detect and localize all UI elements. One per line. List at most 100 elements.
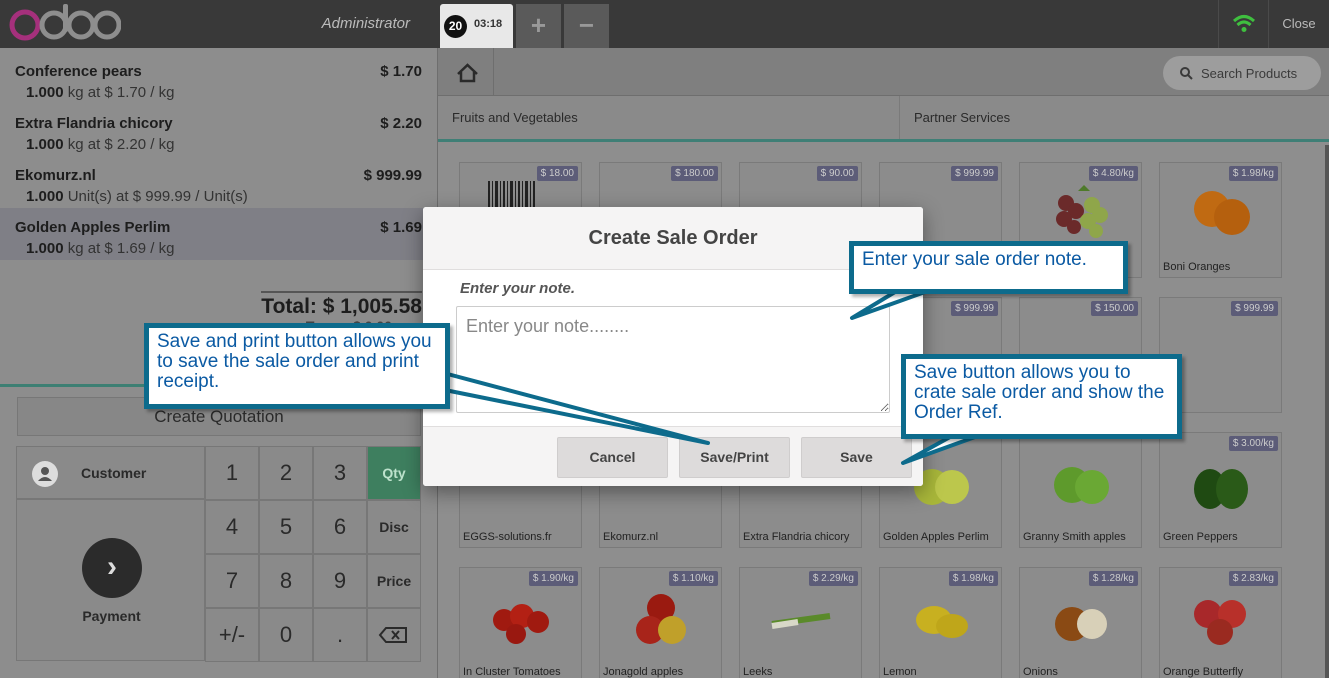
create-sale-order-dialog: Create Sale Order Enter your note. Cance… bbox=[423, 207, 923, 486]
product-name: Golden Apples Perlim bbox=[883, 531, 989, 543]
save-button[interactable]: Save bbox=[801, 437, 912, 478]
orderline-info: 1.000 kg at $ 2.20 / kg bbox=[26, 136, 174, 153]
product-price: $ 1.28/kg bbox=[1088, 571, 1138, 586]
home-icon bbox=[457, 63, 478, 83]
orderline-qty: 1.000 bbox=[26, 188, 64, 205]
add-order-button[interactable]: + bbox=[516, 4, 561, 48]
orderline-unit: kg at $ 2.20 / kg bbox=[63, 136, 175, 153]
orderline-info: 1.000 kg at $ 1.69 / kg bbox=[26, 240, 174, 257]
onion-image bbox=[1055, 607, 1107, 641]
orderline-info: 1.000 Unit(s) at $ 999.99 / Unit(s) bbox=[26, 188, 248, 205]
cancel-button[interactable]: Cancel bbox=[557, 437, 668, 478]
orderline-name: Conference pears bbox=[15, 63, 142, 80]
product-header: Search Products bbox=[438, 48, 1329, 96]
note-input[interactable] bbox=[456, 306, 890, 413]
numpad-disc[interactable]: Disc bbox=[367, 500, 421, 554]
numpad-plusminus[interactable]: +/- bbox=[205, 608, 259, 662]
chevron-right-icon: › bbox=[82, 538, 142, 598]
orderline[interactable]: Ekomurz.nl $ 999.99 1.000 Unit(s) at $ 9… bbox=[0, 156, 437, 208]
product-card[interactable]: $ 1.10/kg Jonagold apples bbox=[599, 567, 722, 678]
product-name: Leeks bbox=[743, 666, 773, 678]
product-price: $ 18.00 bbox=[536, 166, 578, 181]
product-card[interactable]: $ 2.29/kg Leeks bbox=[739, 567, 862, 678]
product-price: $ 90.00 bbox=[816, 166, 858, 181]
order-total: Total: $ 1,005.58 bbox=[261, 291, 422, 319]
category-partner-services[interactable]: Partner Services bbox=[900, 96, 1329, 139]
order-time: 03:18 bbox=[474, 18, 503, 30]
dialog-title: Create Sale Order bbox=[423, 207, 923, 270]
home-button[interactable] bbox=[441, 48, 494, 96]
product-name: Boni Oranges bbox=[1163, 261, 1231, 273]
remove-order-button[interactable]: − bbox=[564, 4, 609, 48]
action-pad: Customer › Payment 1 2 3 Qty 4 5 6 Disc … bbox=[16, 446, 422, 662]
numpad-1[interactable]: 1 bbox=[205, 446, 259, 500]
numpad-9[interactable]: 9 bbox=[313, 554, 367, 608]
apple-image bbox=[636, 594, 686, 644]
product-scrollbar[interactable] bbox=[1325, 145, 1329, 678]
numpad-5[interactable]: 5 bbox=[259, 500, 313, 554]
orderline-name: Golden Apples Perlim bbox=[15, 219, 171, 236]
product-card[interactable]: $ 2.83/kg Orange Butterfly bbox=[1159, 567, 1282, 678]
numpad-4[interactable]: 4 bbox=[205, 500, 259, 554]
close-button[interactable]: Close bbox=[1268, 0, 1329, 48]
orderline-name: Extra Flandria chicory bbox=[15, 115, 173, 132]
orderline-unit: Unit(s) at $ 999.99 / Unit(s) bbox=[63, 188, 248, 205]
product-card[interactable]: $ 3.00/kg Green Peppers bbox=[1159, 432, 1282, 548]
search-icon bbox=[1180, 67, 1193, 80]
odoo-logo bbox=[6, 4, 122, 44]
product-price: $ 2.29/kg bbox=[808, 571, 858, 586]
category-fruits-vegetables[interactable]: Fruits and Vegetables bbox=[438, 96, 900, 139]
save-print-button[interactable]: Save/Print bbox=[679, 437, 790, 478]
product-price: $ 1.10/kg bbox=[668, 571, 718, 586]
product-card[interactable]: $ 1.98/kg Lemon bbox=[879, 567, 1002, 678]
numpad-2[interactable]: 2 bbox=[259, 446, 313, 500]
numpad-qty[interactable]: Qty bbox=[367, 446, 421, 500]
product-price: $ 150.00 bbox=[1091, 301, 1138, 316]
grapes-image bbox=[1056, 185, 1108, 238]
orderline[interactable]: Extra Flandria chicory $ 2.20 1.000 kg a… bbox=[0, 104, 437, 156]
orderline-name: Ekomurz.nl bbox=[15, 167, 96, 184]
callout-note-text: Enter your sale order note. bbox=[862, 249, 1087, 270]
customer-button[interactable]: Customer bbox=[16, 446, 205, 499]
leek-image bbox=[771, 613, 831, 629]
product-name: Jonagold apples bbox=[603, 666, 684, 678]
callout-save-text: Save button allows you to crate sale ord… bbox=[914, 362, 1165, 423]
numpad-dot[interactable]: . bbox=[313, 608, 367, 662]
orderline-selected[interactable]: Golden Apples Perlim $ 1.69 1.000 kg at … bbox=[0, 208, 437, 260]
product-card[interactable]: Granny Smith apples bbox=[1019, 432, 1142, 548]
orderline[interactable]: Conference pears $ 1.70 1.000 kg at $ 1.… bbox=[0, 52, 437, 104]
numpad-3[interactable]: 3 bbox=[313, 446, 367, 500]
lemon-image bbox=[916, 606, 968, 638]
orderline-info: 1.000 kg at $ 1.70 / kg bbox=[26, 84, 174, 101]
product-card[interactable]: $ 1.28/kg Onions bbox=[1019, 567, 1142, 678]
orderline-qty: 1.000 bbox=[26, 136, 64, 153]
orderline-unit: kg at $ 1.70 / kg bbox=[63, 84, 175, 101]
product-name: Extra Flandria chicory bbox=[743, 531, 850, 543]
product-price: $ 999.99 bbox=[1231, 301, 1278, 316]
product-card[interactable]: $ 1.90/kg In Cluster Tomatoes bbox=[459, 567, 582, 678]
product-price: $ 2.83/kg bbox=[1228, 571, 1278, 586]
orderline-qty: 1.000 bbox=[26, 240, 64, 257]
payment-button[interactable]: › Payment bbox=[16, 499, 205, 661]
orderline-unit: kg at $ 1.69 / kg bbox=[63, 240, 175, 257]
search-products[interactable]: Search Products bbox=[1163, 56, 1321, 90]
search-placeholder: Search Products bbox=[1201, 66, 1298, 81]
product-card[interactable]: $ 1.98/kg Boni Oranges bbox=[1159, 162, 1282, 278]
product-price: $ 4.80/kg bbox=[1088, 166, 1138, 181]
numpad-8[interactable]: 8 bbox=[259, 554, 313, 608]
product-name: In Cluster Tomatoes bbox=[463, 666, 561, 678]
numpad-backspace[interactable] bbox=[367, 608, 421, 662]
product-name: Onions bbox=[1023, 666, 1058, 678]
product-price: $ 999.99 bbox=[951, 301, 998, 316]
callout-note: Enter your sale order note. bbox=[849, 241, 1128, 294]
order-tab[interactable]: 20 03:18 bbox=[440, 4, 513, 48]
numpad-price[interactable]: Price bbox=[367, 554, 421, 608]
numpad-7[interactable]: 7 bbox=[205, 554, 259, 608]
note-label: Enter your note. bbox=[460, 280, 576, 297]
dialog-footer: Cancel Save/Print Save bbox=[423, 426, 923, 486]
product-price: $ 1.98/kg bbox=[948, 571, 998, 586]
orderline-price: $ 2.20 bbox=[380, 115, 422, 132]
numpad-0[interactable]: 0 bbox=[259, 608, 313, 662]
numpad-6[interactable]: 6 bbox=[313, 500, 367, 554]
product-price: $ 999.99 bbox=[951, 166, 998, 181]
